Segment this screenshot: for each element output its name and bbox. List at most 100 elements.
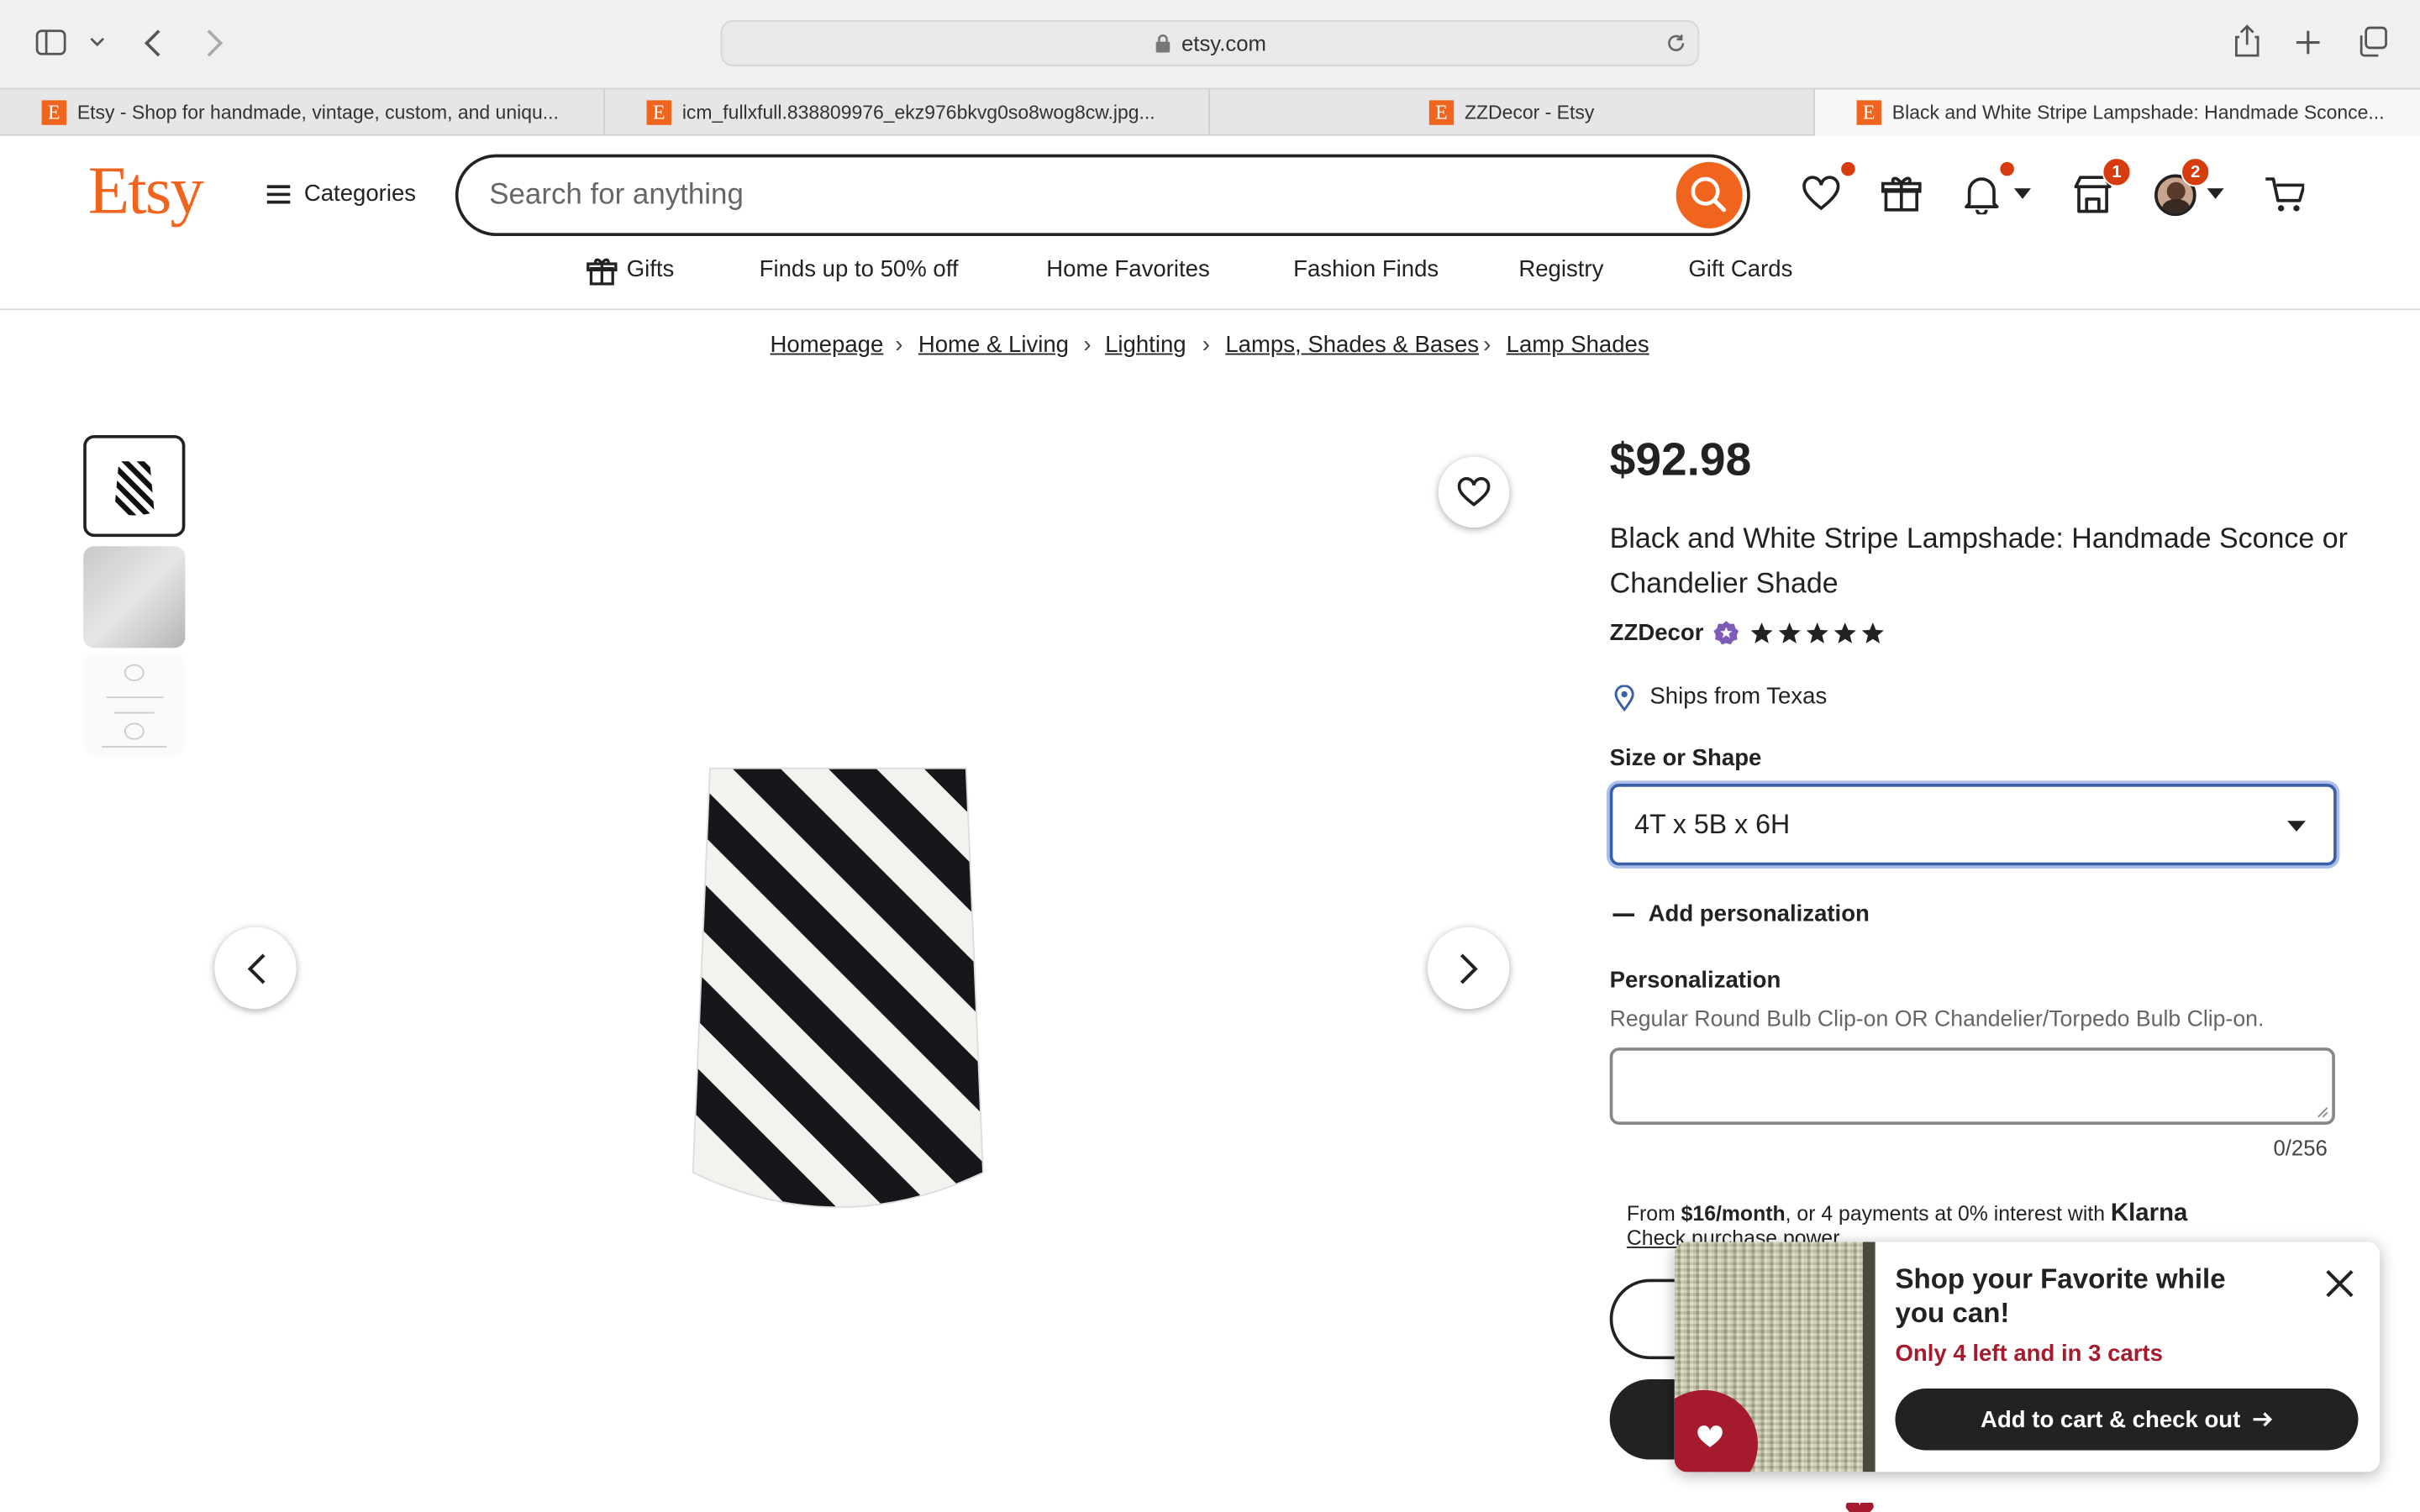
bell-icon[interactable] [1961,175,2002,215]
category-nav [0,247,2420,311]
minus-icon [1612,912,1635,916]
arrow-right-icon [2252,1412,2272,1427]
klarna-from: From [1626,1201,1681,1226]
breadcrumb-link[interactable]: Lamp Shades [1507,332,1649,358]
nav-finds-50-off[interactable]: Finds up to 50% off [760,256,959,282]
diagram-thumbnail-image [102,664,167,748]
favorite-button[interactable] [1438,456,1510,528]
shop-name[interactable]: ZZDecor [1610,620,1704,646]
caret-down-icon[interactable] [2013,188,2032,201]
star-icon [1861,622,1884,643]
shop-row: ZZDecor [1610,620,1885,647]
search-button[interactable] [1676,161,1743,228]
browser-toolbar: etsy.com [0,0,2420,88]
nav-registry[interactable]: Registry [1518,256,1603,282]
address-bar[interactable]: etsy.com [720,19,1700,66]
personalization-textarea[interactable] [1609,1047,2335,1125]
klarna-amount: $16/month [1681,1201,1786,1226]
star-icon [1833,622,1856,643]
next-image-button[interactable] [1427,927,1510,1010]
tab-title: ZZDecor - Etsy [1464,102,1595,123]
breadcrumb-link[interactable]: Homepage [771,332,884,358]
search-placeholder: Search for anything [489,178,744,211]
sidebar-icon[interactable] [35,29,66,55]
share-icon[interactable] [2233,24,2261,57]
browser-tab[interactable]: Eicm_fullxfull.838809976_ekz976bkvg0so8w… [605,89,1210,136]
back-icon[interactable] [144,28,162,59]
lock-icon [1155,34,1170,52]
tab-title: Black and White Stripe Lampshade: Handma… [1891,102,2385,123]
notification-dot [1998,160,2016,178]
etsy-favicon-icon: E [1428,100,1455,125]
breadcrumb-separator: › [1483,331,1491,359]
caret-down-icon [2286,821,2307,832]
etsy-favicon-icon: E [646,100,671,125]
browser-tab[interactable]: E ZZDecor - Etsy [1210,89,1815,136]
categories-button[interactable]: Categories [266,181,416,207]
favorites-heart-icon[interactable] [1801,175,1841,215]
thumbnail-1[interactable] [83,434,186,538]
search-input[interactable]: Search for anything [455,154,1750,237]
size-label: Size or Shape [1609,745,1762,772]
browser-tab[interactable]: E Etsy - Shop for handmade, vintage, cust… [0,89,605,136]
personalization-label: Personalization [1609,967,1781,994]
breadcrumb-link[interactable]: Home & Living [918,332,1069,358]
etsy-logo[interactable]: Etsy [88,151,204,230]
breadcrumb-link[interactable]: Lamps, Shades & Bases [1225,332,1479,358]
gift-icon[interactable] [1881,175,1922,215]
nav-home-favorites[interactable]: Home Favorites [1046,256,1209,282]
forward-icon[interactable] [205,28,224,59]
menu-icon [266,184,291,203]
caret-down-icon[interactable] [2207,188,2224,201]
chevron-down-icon[interactable] [90,35,105,48]
browser-tab-active[interactable]: E Black and White Stripe Lampshade: Handm… [1814,89,2420,136]
reload-icon[interactable] [1665,33,1687,55]
star-seller-badge-icon [1713,621,1739,645]
nav-fashion-finds[interactable]: Fashion Finds [1293,256,1439,282]
add-to-cart-checkout-button[interactable]: Add to cart & check out [1895,1389,2359,1451]
nav-gifts[interactable]: Gifts [627,256,675,282]
popup-title: Shop your Favorite while you can! [1895,1263,2226,1329]
chevron-right-icon [1460,953,1477,984]
tab-title: icm_fullxfull.838809976_ekz976bkvg0so8wo… [681,102,1155,123]
tab-overview-icon[interactable] [2357,26,2390,59]
close-icon[interactable] [2324,1268,2355,1299]
cart-icon[interactable] [2264,175,2305,215]
heart-icon [1845,1502,1874,1512]
breadcrumb-separator: › [1083,331,1092,359]
breadcrumb-separator: › [1202,331,1210,359]
previous-image-button[interactable] [214,927,297,1010]
thumbnail-2[interactable] [83,546,186,648]
heart-icon [1697,1425,1723,1447]
shop-badge: 1 [2102,157,2132,187]
klarna-info: From $16/month, or 4 payments at 0% inte… [1627,1200,2275,1228]
star-icon [1750,622,1773,643]
resize-handle-icon[interactable] [2317,1106,2329,1119]
product-title: Black and White Stripe Lampshade: Handma… [1609,521,2348,599]
thumbnail-3[interactable] [83,654,186,756]
ships-from: Ships from Texas [1649,683,1828,710]
etsy-favicon-icon: E [1856,100,1881,125]
nav-gift-cards[interactable]: Gift Cards [1688,256,1792,282]
product-price: $92.98 [1609,434,1752,486]
rating-stars[interactable] [1750,622,1885,645]
add-personalization-toggle[interactable]: Add personalization [1612,901,1870,927]
url-text: etsy.com [1181,30,1266,56]
popup-urgency: Only 4 left and in 3 carts [1895,1341,2163,1368]
notification-dot [1839,160,1857,178]
chevron-left-icon [246,953,265,984]
klarna-text: , or 4 payments at 0% interest with [1785,1201,2111,1226]
product-image [692,767,984,1209]
heart-icon [1457,477,1491,507]
gift-icon [587,258,618,286]
klarna-logo: Klarna [2110,1200,2188,1227]
size-selected-value: 4T x 5B x 6H [1634,808,1791,840]
star-icon [1806,622,1828,643]
breadcrumb-link[interactable]: Lighting [1105,332,1186,358]
size-select[interactable]: 4T x 5B x 6H [1609,784,2337,866]
account-badge: 2 [2181,157,2211,187]
search-icon [1691,176,1727,213]
tab-bar: E Etsy - Shop for handmade, vintage, cust… [0,87,2420,136]
new-tab-icon[interactable] [2295,29,2321,55]
lampshade-thumbnail-image [113,461,155,516]
